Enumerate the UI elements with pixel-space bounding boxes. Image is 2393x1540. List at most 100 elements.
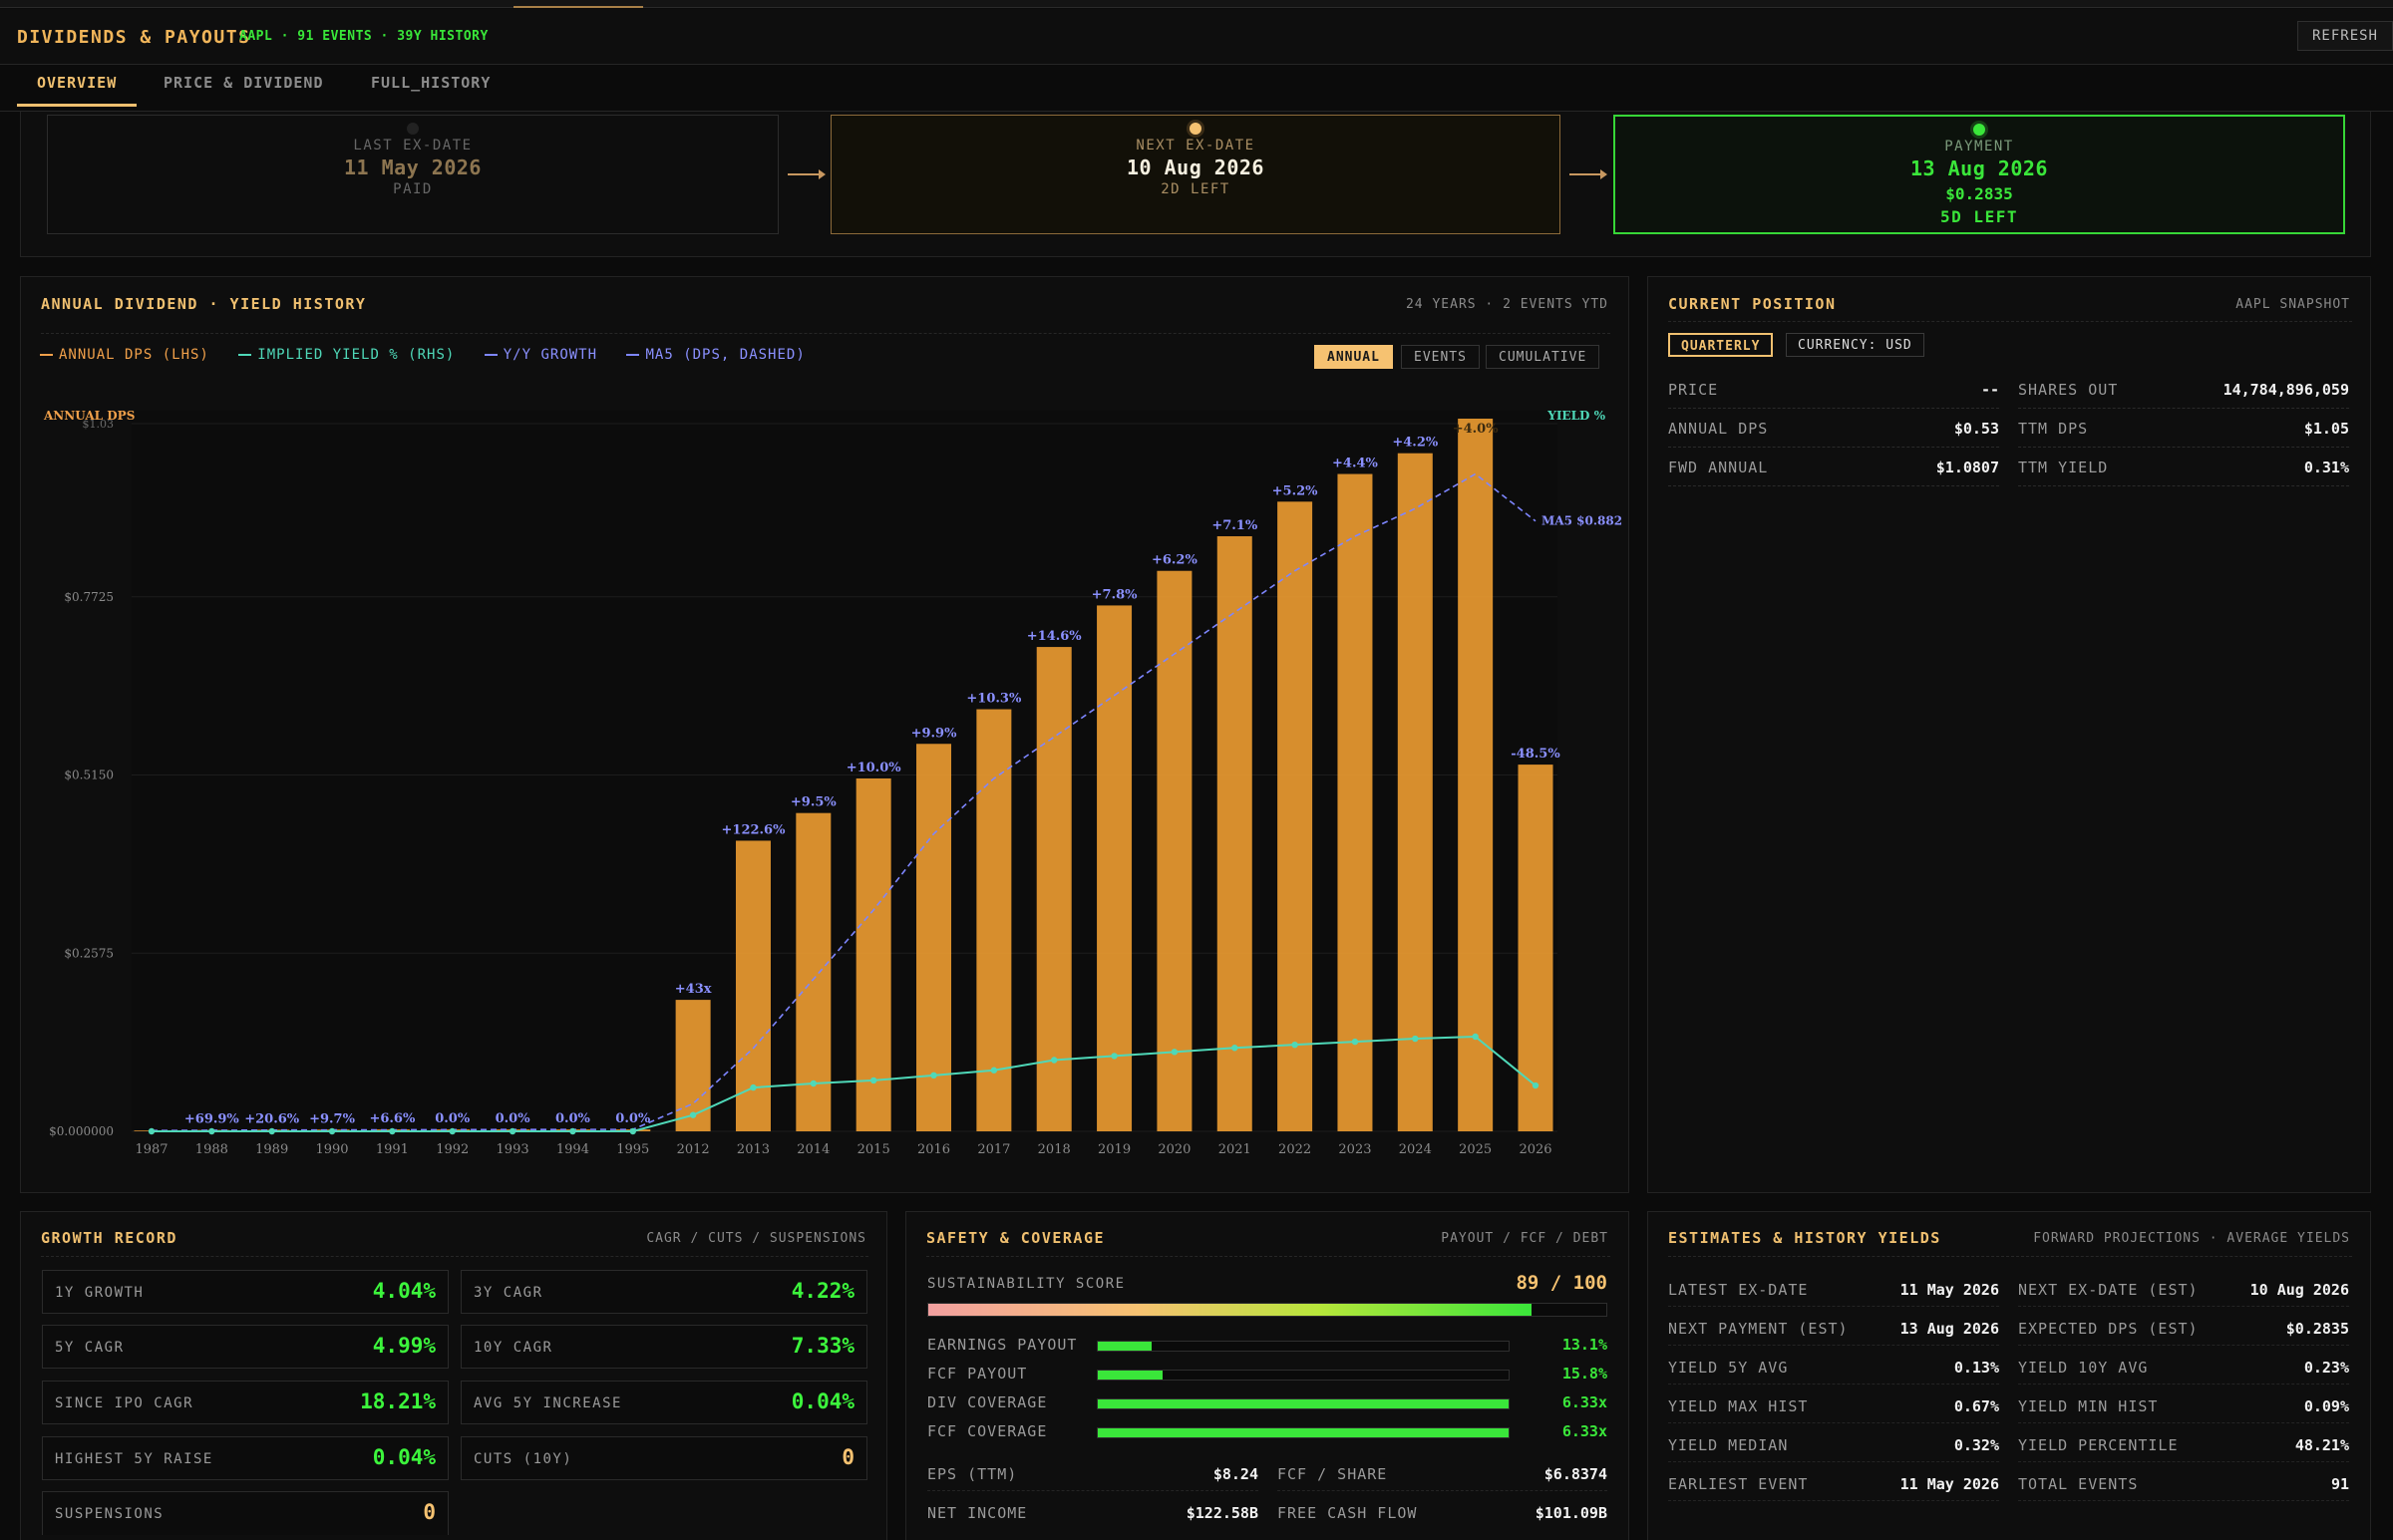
growth-label: +4.0%: [1453, 422, 1500, 437]
legend-swatch: [626, 354, 640, 356]
kv-value: 0.13%: [1953, 1359, 1999, 1377]
top-strip-active: [513, 0, 643, 8]
tab-bar: OVERVIEW PRICE & DIVIDEND FULL_HISTORY: [0, 66, 2393, 112]
stat-label: 1Y GROWTH: [55, 1285, 145, 1301]
divider: [41, 1256, 868, 1257]
kv-value: $1.05: [2303, 420, 2349, 438]
legend-item-ma5[interactable]: MA5 (DPS, DASHED): [626, 347, 805, 363]
kv-label: YIELD MIN HIST: [2018, 1397, 2159, 1415]
x-tick-label: 2026: [1519, 1142, 1551, 1157]
page-title: DIVIDENDS & PAYOUTS: [17, 27, 251, 48]
growth-label: +4.4%: [1332, 457, 1379, 471]
stat-label: AVG 5Y INCREASE: [474, 1395, 622, 1411]
growth-label: 0.0%: [615, 1111, 651, 1126]
chip-currency[interactable]: CURRENCY: USD: [1786, 333, 1924, 357]
kv-value: 48.21%: [2294, 1436, 2349, 1454]
stat-1y-growth: 1Y GROWTH 4.04%: [42, 1270, 449, 1314]
kv-value: --: [1980, 381, 1999, 399]
yield-point: [1532, 1081, 1539, 1089]
estimate-row: LATEST EX-DATE 11 May 2026: [1668, 1269, 1999, 1307]
position-row: ANNUAL DPS $0.53: [1668, 410, 1999, 448]
yield-point: [148, 1127, 156, 1135]
yield-point: [449, 1127, 456, 1135]
kv-label: SHARES OUT: [2018, 381, 2119, 399]
kv-value: $101.09B: [1535, 1504, 1607, 1522]
bar-fcf-payout: FCF PAYOUT 15.8%: [927, 1361, 1607, 1386]
kv-value: $0.53: [1953, 420, 1999, 438]
left-axis-label: ANNUAL DPS: [43, 409, 135, 423]
bar-track: [1097, 1398, 1510, 1409]
yield-point: [629, 1127, 636, 1135]
bar-fill: [1098, 1399, 1509, 1408]
kv-value: 0.67%: [1953, 1397, 1999, 1415]
toggle-annual[interactable]: ANNUAL: [1314, 345, 1393, 369]
stat-since-ipo-cagr: SINCE IPO CAGR 18.21%: [42, 1381, 449, 1424]
legend-item-growth[interactable]: Y/Y GROWTH: [484, 347, 597, 363]
x-tick-label: 1991: [376, 1142, 409, 1157]
yield-point: [569, 1127, 576, 1135]
tab-price-dividend[interactable]: PRICE & DIVIDEND: [144, 66, 344, 107]
stat-3y-cagr: 3Y CAGR 4.22%: [461, 1270, 867, 1314]
next-ex-date-card[interactable]: NEXT EX-DATE 10 Aug 2026 2D LEFT: [831, 115, 1560, 234]
right-axis-label: YIELD %: [1546, 409, 1605, 423]
bar-label: FCF PAYOUT: [927, 1365, 1028, 1383]
legend-item-yield[interactable]: IMPLIED YIELD % (RHS): [238, 347, 455, 363]
growth-label: +20.6%: [244, 1111, 300, 1126]
kv-label: FCF / SHARE: [1277, 1465, 1388, 1483]
legend-swatch: [484, 354, 498, 356]
yield-point: [1472, 1033, 1479, 1041]
position-row: TTM YIELD 0.31%: [2018, 449, 2349, 486]
yield-point: [1171, 1049, 1179, 1056]
stat-label: SUSPENSIONS: [55, 1506, 165, 1522]
toggle-cumulative[interactable]: CUMULATIVE: [1486, 345, 1600, 369]
x-tick-label: 2025: [1459, 1142, 1492, 1157]
kv-label: YIELD 5Y AVG: [1668, 1359, 1789, 1377]
growth-label: +69.9%: [184, 1112, 240, 1127]
growth-label: -48.5%: [1511, 747, 1560, 762]
dps-bar: [1097, 605, 1133, 1131]
bar-track: [1097, 1427, 1510, 1438]
position-row: SHARES OUT 14,784,896,059: [2018, 371, 2349, 409]
x-tick-label: 2021: [1218, 1142, 1251, 1157]
x-tick-label: 2024: [1399, 1142, 1432, 1157]
kv-label: YIELD 10Y AVG: [2018, 1359, 2149, 1377]
x-tick-label: 2013: [737, 1142, 770, 1157]
bar-fill: [1098, 1428, 1509, 1437]
bar-label: FCF COVERAGE: [927, 1422, 1048, 1440]
yield-point: [1231, 1045, 1238, 1052]
tab-overview[interactable]: OVERVIEW: [17, 66, 138, 107]
stat-value: 0.04%: [791, 1389, 855, 1413]
stat-value: 18.21%: [360, 1389, 436, 1413]
kv-value: $8.24: [1212, 1465, 1258, 1483]
x-tick-label: 1988: [195, 1142, 228, 1157]
refresh-button[interactable]: REFRESH: [2297, 21, 2393, 51]
y-tick-label: $0.2575: [64, 946, 114, 960]
kv-label: LATEST EX-DATE: [1668, 1281, 1809, 1299]
yield-point: [1412, 1035, 1419, 1043]
yield-point: [810, 1079, 818, 1087]
toggle-events[interactable]: EVENTS: [1401, 345, 1480, 369]
x-tick-label: 2022: [1278, 1142, 1311, 1157]
payment-label: PAYMENT: [1944, 139, 2014, 154]
growth-label: 0.0%: [555, 1111, 591, 1126]
estimate-row: YIELD PERCENTILE 48.21%: [2018, 1424, 2349, 1462]
sustainability-meter-fill: [928, 1304, 1533, 1316]
growth-label: +6.6%: [369, 1111, 416, 1126]
stat-value: 7.33%: [791, 1334, 855, 1358]
x-tick-label: 2015: [857, 1142, 890, 1157]
growth-label: +9.9%: [911, 726, 958, 741]
tab-full-history[interactable]: FULL_HISTORY: [351, 66, 511, 107]
kv-value: 91: [2330, 1475, 2349, 1493]
stat-10y-cagr: 10Y CAGR 7.33%: [461, 1325, 867, 1369]
last-ex-date-card[interactable]: LAST EX-DATE 11 May 2026 PAID: [47, 115, 779, 234]
chip-quarterly[interactable]: QUARTERLY: [1668, 333, 1774, 357]
x-tick-label: 2017: [977, 1142, 1010, 1157]
position-row: PRICE --: [1668, 371, 1999, 409]
legend-swatch: [238, 354, 252, 356]
payment-card[interactable]: PAYMENT 13 Aug 2026 $0.2835 5D LEFT: [1613, 115, 2345, 234]
last-status-dot: [407, 123, 419, 135]
safety-meta: PAYOUT / FCF / DEBT: [1441, 1231, 1608, 1246]
bar-label: DIV COVERAGE: [927, 1393, 1048, 1411]
legend-item-dps[interactable]: ANNUAL DPS (LHS): [40, 347, 209, 363]
legend-label: MA5 (DPS, DASHED): [645, 347, 806, 363]
